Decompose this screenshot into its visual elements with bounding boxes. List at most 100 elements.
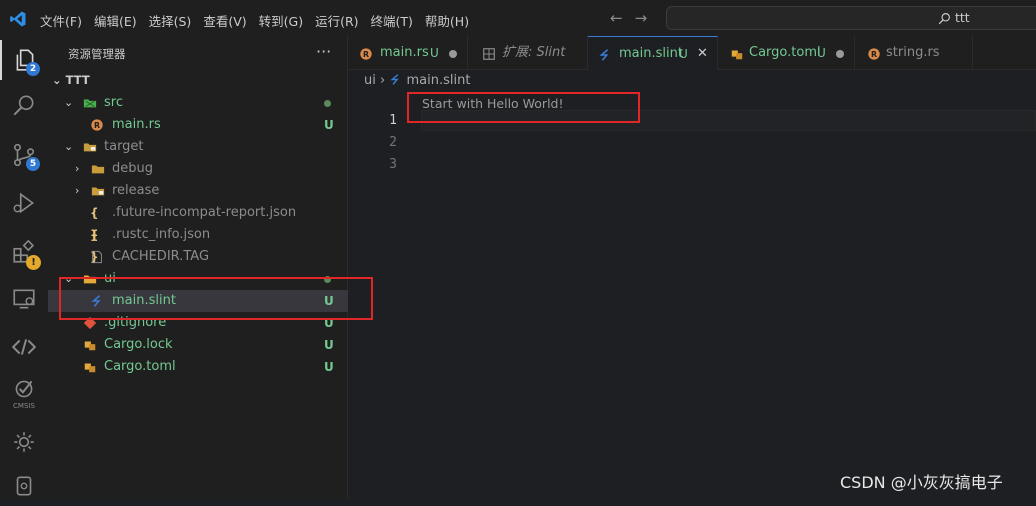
svg-text:R: R bbox=[363, 50, 369, 59]
run-debug-activity[interactable] bbox=[0, 183, 48, 223]
tree-file-cargo-lock[interactable]: Cargo.lock U bbox=[48, 334, 348, 356]
activity-bar: 2 5 ! CMSIS bbox=[0, 36, 48, 499]
tree-label: src bbox=[104, 95, 123, 110]
breadcrumb-separator: › bbox=[380, 73, 386, 88]
source-control-activity[interactable]: 5 bbox=[0, 135, 48, 175]
chevron-right-icon: › bbox=[75, 184, 80, 197]
tree-folder-release[interactable]: › release bbox=[48, 180, 348, 202]
tree-file-rustc-info[interactable]: { } .rustc_info.json bbox=[48, 224, 348, 264]
warning-badge: ! bbox=[26, 255, 41, 270]
sidebar-title: 资源管理器 bbox=[68, 47, 126, 61]
menu-file[interactable]: 文件(F) bbox=[40, 11, 82, 30]
tree-folder-target[interactable]: ⌄ target bbox=[48, 136, 348, 158]
tab-label: string.rs bbox=[886, 45, 940, 60]
svg-text:R: R bbox=[94, 121, 100, 130]
menu-terminal[interactable]: 终端(T) bbox=[371, 11, 413, 30]
json-file-icon: { } bbox=[90, 206, 99, 242]
cmsis-icon bbox=[15, 380, 33, 398]
slint-file-icon bbox=[390, 74, 400, 85]
nav-arrows: ← → bbox=[610, 9, 659, 27]
tab-label: main.slint bbox=[619, 46, 683, 61]
editor-tabs: R main.rs U 扩展: Slint main.slint U ✕ Car… bbox=[349, 36, 1036, 70]
cargo-file-icon bbox=[84, 363, 96, 373]
code-brackets-icon bbox=[11, 339, 37, 355]
tab-status: U bbox=[679, 47, 688, 61]
tab-status: U bbox=[430, 46, 439, 60]
tab-status: U bbox=[817, 46, 826, 60]
search-icon bbox=[13, 95, 34, 116]
menu-selection[interactable]: 选择(S) bbox=[149, 11, 192, 30]
git-status: U bbox=[324, 360, 334, 374]
annotation-box-hint bbox=[407, 92, 640, 123]
code-editor[interactable]: Start with Hello World! 1 2 3 bbox=[349, 92, 1036, 499]
breadcrumb-file[interactable]: main.slint bbox=[406, 73, 470, 88]
more-actions-icon[interactable]: ··· bbox=[316, 42, 331, 61]
chevron-down-icon: ⌄ bbox=[64, 96, 74, 109]
rust-file-icon: R bbox=[868, 48, 880, 60]
remote-explorer-activity[interactable] bbox=[0, 279, 48, 319]
tree-label: CACHEDIR.TAG bbox=[112, 249, 210, 264]
breadcrumb-folder[interactable]: ui bbox=[364, 73, 376, 88]
code-activity[interactable] bbox=[0, 327, 48, 367]
close-icon[interactable]: ✕ bbox=[697, 37, 708, 71]
tab-main-slint[interactable]: main.slint U ✕ bbox=[588, 36, 718, 70]
accounts-activity[interactable] bbox=[0, 466, 48, 506]
line-number: 3 bbox=[389, 157, 397, 172]
workspace-root[interactable]: ⌄ TTT bbox=[52, 73, 90, 87]
folder-src-icon bbox=[83, 99, 97, 108]
status-dot bbox=[324, 100, 331, 107]
tree-file-main-rs[interactable]: R main.rs U bbox=[48, 114, 348, 136]
explorer-sidebar: 资源管理器 ··· ⌄ TTT ⌄ src R main.rs U ⌄ targ… bbox=[48, 36, 348, 499]
search-activity[interactable] bbox=[0, 86, 48, 126]
menu-bar: 文件(F) 编辑(E) 选择(S) 查看(V) 转到(G) 运行(R) 终端(T… bbox=[40, 11, 481, 30]
source-control-badge: 5 bbox=[26, 157, 40, 171]
tab-label: 扩展: Slint bbox=[502, 45, 566, 60]
tab-label: Cargo.toml bbox=[749, 45, 821, 60]
tab-string-rs[interactable]: R string.rs bbox=[855, 36, 973, 70]
workspace-root-label: TTT bbox=[65, 73, 90, 87]
slint-file-icon bbox=[599, 49, 609, 61]
tree-file-cargo-toml[interactable]: Cargo.toml U bbox=[48, 356, 348, 378]
tree-label: .rustc_info.json bbox=[112, 227, 211, 242]
git-status: U bbox=[324, 118, 334, 132]
extension-pack-icon bbox=[16, 476, 32, 496]
menu-help[interactable]: 帮助(H) bbox=[425, 11, 469, 30]
chevron-down-icon: ⌄ bbox=[52, 73, 62, 87]
tree-file-future-incompat[interactable]: { } .future-incompat-report.json bbox=[48, 202, 348, 242]
search-text: ttt bbox=[955, 10, 970, 25]
svg-text:R: R bbox=[871, 50, 877, 59]
menu-run[interactable]: 运行(R) bbox=[315, 11, 358, 30]
extensions-activity[interactable]: ! bbox=[0, 232, 48, 272]
search-icon bbox=[938, 13, 950, 25]
explorer-activity[interactable]: 2 bbox=[0, 40, 48, 80]
title-bar: 文件(F) 编辑(E) 选择(S) 查看(V) 转到(G) 运行(R) 终端(T… bbox=[0, 0, 1036, 36]
extensions-icon bbox=[483, 48, 495, 60]
forward-arrow-icon[interactable]: → bbox=[635, 9, 648, 27]
tree-folder-src[interactable]: ⌄ src bbox=[48, 92, 348, 114]
git-status: U bbox=[324, 338, 334, 352]
cmsis-label: CMSIS bbox=[13, 402, 35, 410]
tree-label: release bbox=[112, 183, 160, 198]
breadcrumb: ui › main.slint bbox=[364, 73, 470, 88]
line-number: 1 bbox=[389, 113, 397, 128]
folder-open-icon bbox=[83, 143, 97, 152]
folder-icon bbox=[91, 165, 105, 174]
rust-file-icon: R bbox=[360, 48, 372, 60]
tree-folder-debug[interactable]: › debug bbox=[48, 158, 348, 180]
rust-file-icon: R bbox=[91, 119, 103, 131]
tree-file-cachedir[interactable]: CACHEDIR.TAG bbox=[48, 246, 348, 268]
tree-label: main.rs bbox=[112, 117, 161, 132]
tab-main-rs[interactable]: R main.rs U bbox=[349, 36, 468, 70]
modified-dot[interactable] bbox=[449, 50, 457, 58]
menu-go[interactable]: 转到(G) bbox=[259, 11, 303, 30]
modified-dot[interactable] bbox=[836, 50, 844, 58]
tab-extension-slint[interactable]: 扩展: Slint bbox=[468, 36, 588, 70]
back-arrow-icon[interactable]: ← bbox=[610, 9, 623, 27]
menu-view[interactable]: 查看(V) bbox=[203, 11, 246, 30]
run-debug-icon bbox=[13, 192, 35, 214]
menu-edit[interactable]: 编辑(E) bbox=[94, 11, 137, 30]
annotation-box-main-slint bbox=[59, 277, 373, 320]
settings-sync-activity[interactable] bbox=[0, 422, 48, 462]
tab-cargo-toml[interactable]: Cargo.toml U bbox=[718, 36, 855, 70]
command-center-search[interactable]: ttt bbox=[666, 6, 1036, 30]
